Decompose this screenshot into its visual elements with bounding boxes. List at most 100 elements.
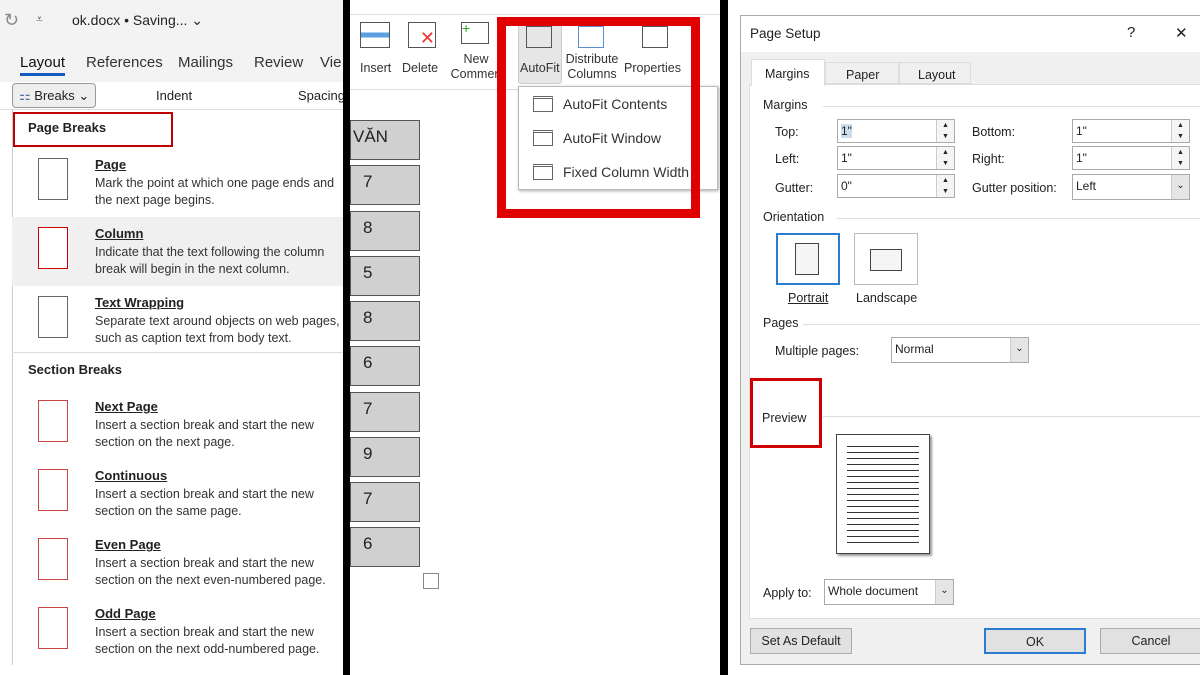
menu-item-odd-page[interactable]: Odd Page Insert a section break and start… [12, 597, 343, 666]
menu-item-continuous[interactable]: Continuous Insert a section break and sta… [12, 459, 343, 528]
landscape-label: Landscape [856, 291, 918, 305]
table-cell[interactable]: 6 [350, 346, 420, 386]
insert-button[interactable]: Insert [360, 61, 391, 75]
table-cell[interactable]: 8 [350, 211, 420, 251]
multiple-pages-label: Multiple pages: [775, 344, 860, 358]
portrait-button[interactable] [776, 233, 840, 285]
item-desc: Insert a section break and start the new… [95, 487, 314, 518]
left-value: 1" [841, 151, 852, 165]
left-spinner[interactable]: ▲ ▼ [936, 147, 954, 169]
ok-button[interactable]: OK [984, 628, 1086, 654]
item-title: Odd Page [95, 606, 156, 621]
menu-item-even-page[interactable]: Even Page Insert a section break and star… [12, 528, 343, 597]
breaks-button[interactable]: ⚏ Breaks ⌄ [12, 83, 96, 108]
item-title: Continuous [95, 468, 168, 483]
item-desc: Insert a section break and start the new… [95, 625, 320, 656]
item-desc: Insert a section break and start the new… [95, 556, 326, 587]
chevron-down-icon: ⌄ [935, 580, 953, 604]
odd-page-icon [38, 607, 68, 649]
right-spinner[interactable]: ▲ ▼ [1171, 147, 1189, 169]
bottom-spinner[interactable]: ▲ ▼ [1171, 120, 1189, 142]
gutter-position-select[interactable]: Left ⌄ [1072, 174, 1190, 200]
bottom-input[interactable]: 1" ▲ ▼ [1072, 119, 1190, 143]
text-wrapping-icon [38, 296, 68, 338]
tab-label: Layout [918, 68, 956, 82]
portrait-label: Portrait [788, 291, 829, 305]
top-value: 1" [841, 124, 852, 138]
even-page-icon [38, 538, 68, 580]
right-value: 1" [1076, 151, 1087, 165]
help-button[interactable]: ? [1127, 24, 1135, 41]
top-input[interactable]: 1" ▲ ▼ [837, 119, 955, 143]
delete-table-icon: ✕ [408, 22, 436, 48]
title-bar: ↻ ⩡ ok.docx • Saving... ⌄ [0, 0, 343, 42]
tab-paper[interactable]: Paper [825, 62, 899, 84]
tab-layout[interactable]: Layout [899, 62, 971, 84]
tab-layout[interactable]: Layout [20, 54, 66, 76]
column-break-icon [38, 227, 68, 269]
item-title: Page [95, 157, 127, 172]
margins-group-label: Margins [763, 98, 808, 112]
gutter-spinner[interactable]: ▲ ▼ [936, 175, 954, 197]
tab-label: Margins [765, 67, 810, 81]
right-input[interactable]: 1" ▲ ▼ [1072, 146, 1190, 170]
item-title: Column [95, 226, 144, 241]
section-breaks-header: Section Breaks [28, 362, 122, 377]
tab-mailings[interactable]: Mailings [178, 54, 233, 71]
left-input[interactable]: 1" ▲ ▼ [837, 146, 955, 170]
table-layout-panel: Insert ✕ Delete + New Commen AutoFit Dis… [350, 0, 720, 675]
left-label: Left: [775, 152, 800, 166]
breaks-icon: ⚏ [19, 88, 31, 103]
highlight-box [497, 17, 700, 218]
page-setup-dialog: Page Setup ? ✕ Margins Paper Layout Marg… [740, 15, 1200, 665]
top-label: Top: [775, 125, 799, 139]
close-button[interactable]: ✕ [1175, 24, 1188, 42]
set-as-default-button[interactable]: Set As Default [750, 628, 852, 654]
redo-icon[interactable]: ↻ [4, 10, 19, 31]
apply-to-label: Apply to: [763, 586, 812, 600]
table-cell[interactable]: 7 [350, 392, 420, 432]
table-cell[interactable]: 7 [350, 165, 420, 205]
menu-item-page[interactable]: Page Mark the point at which one page end… [12, 148, 343, 217]
item-desc: Insert a section break and start the new… [95, 418, 314, 449]
menu-item-next-page[interactable]: Next Page Insert a section break and star… [12, 390, 343, 459]
item-title: Even Page [95, 537, 161, 552]
preview-page [836, 434, 930, 554]
top-spinner[interactable]: ▲ ▼ [936, 120, 954, 142]
table-cell[interactable]: 6 [350, 527, 420, 567]
document-title[interactable]: ok.docx • Saving... ⌄ [72, 12, 203, 29]
table-cell[interactable]: 9 [350, 437, 420, 477]
table-cell[interactable]: 8 [350, 301, 420, 341]
multiple-pages-value: Normal [895, 342, 934, 356]
page-setup-panel: Page Setup ? ✕ Margins Paper Layout Marg… [728, 0, 1200, 675]
gutter-position-label: Gutter position: [972, 181, 1057, 195]
table-cell[interactable]: 7 [350, 482, 420, 522]
indent-label: Indent [156, 88, 193, 103]
dialog-title: Page Setup [750, 26, 821, 41]
apply-to-value: Whole document [828, 584, 919, 598]
tab-margins[interactable]: Margins [751, 59, 825, 86]
new-comment-button[interactable]: New Commen [448, 52, 504, 82]
next-page-icon [38, 400, 68, 442]
portrait-icon [795, 243, 819, 275]
item-desc: Separate text around objects on web page… [95, 314, 340, 345]
tab-review[interactable]: Review [254, 54, 303, 71]
multiple-pages-select[interactable]: Normal ⌄ [891, 337, 1029, 363]
chevron-down-icon: ⌄ [1010, 338, 1028, 362]
item-title: Next Page [95, 399, 158, 414]
tab-references[interactable]: References [86, 54, 163, 71]
delete-button[interactable]: Delete [402, 61, 438, 75]
quick-access-icon[interactable]: ⩡ [36, 12, 43, 27]
apply-to-select[interactable]: Whole document ⌄ [824, 579, 954, 605]
item-title: Text Wrapping [95, 295, 185, 310]
table-cell[interactable]: VĂN [350, 120, 420, 160]
menu-item-column[interactable]: Column Indicate that the text following t… [12, 217, 343, 286]
gutter-label: Gutter: [775, 181, 814, 195]
tab-view[interactable]: Vie [320, 54, 341, 71]
landscape-button[interactable] [854, 233, 918, 285]
cancel-button[interactable]: Cancel [1100, 628, 1200, 654]
table-cell[interactable]: 5 [350, 256, 420, 296]
menu-item-text-wrapping[interactable]: Text Wrapping Separate text around object… [12, 286, 343, 355]
table-resize-handle[interactable] [423, 573, 439, 589]
gutter-input[interactable]: 0" ▲ ▼ [837, 174, 955, 198]
